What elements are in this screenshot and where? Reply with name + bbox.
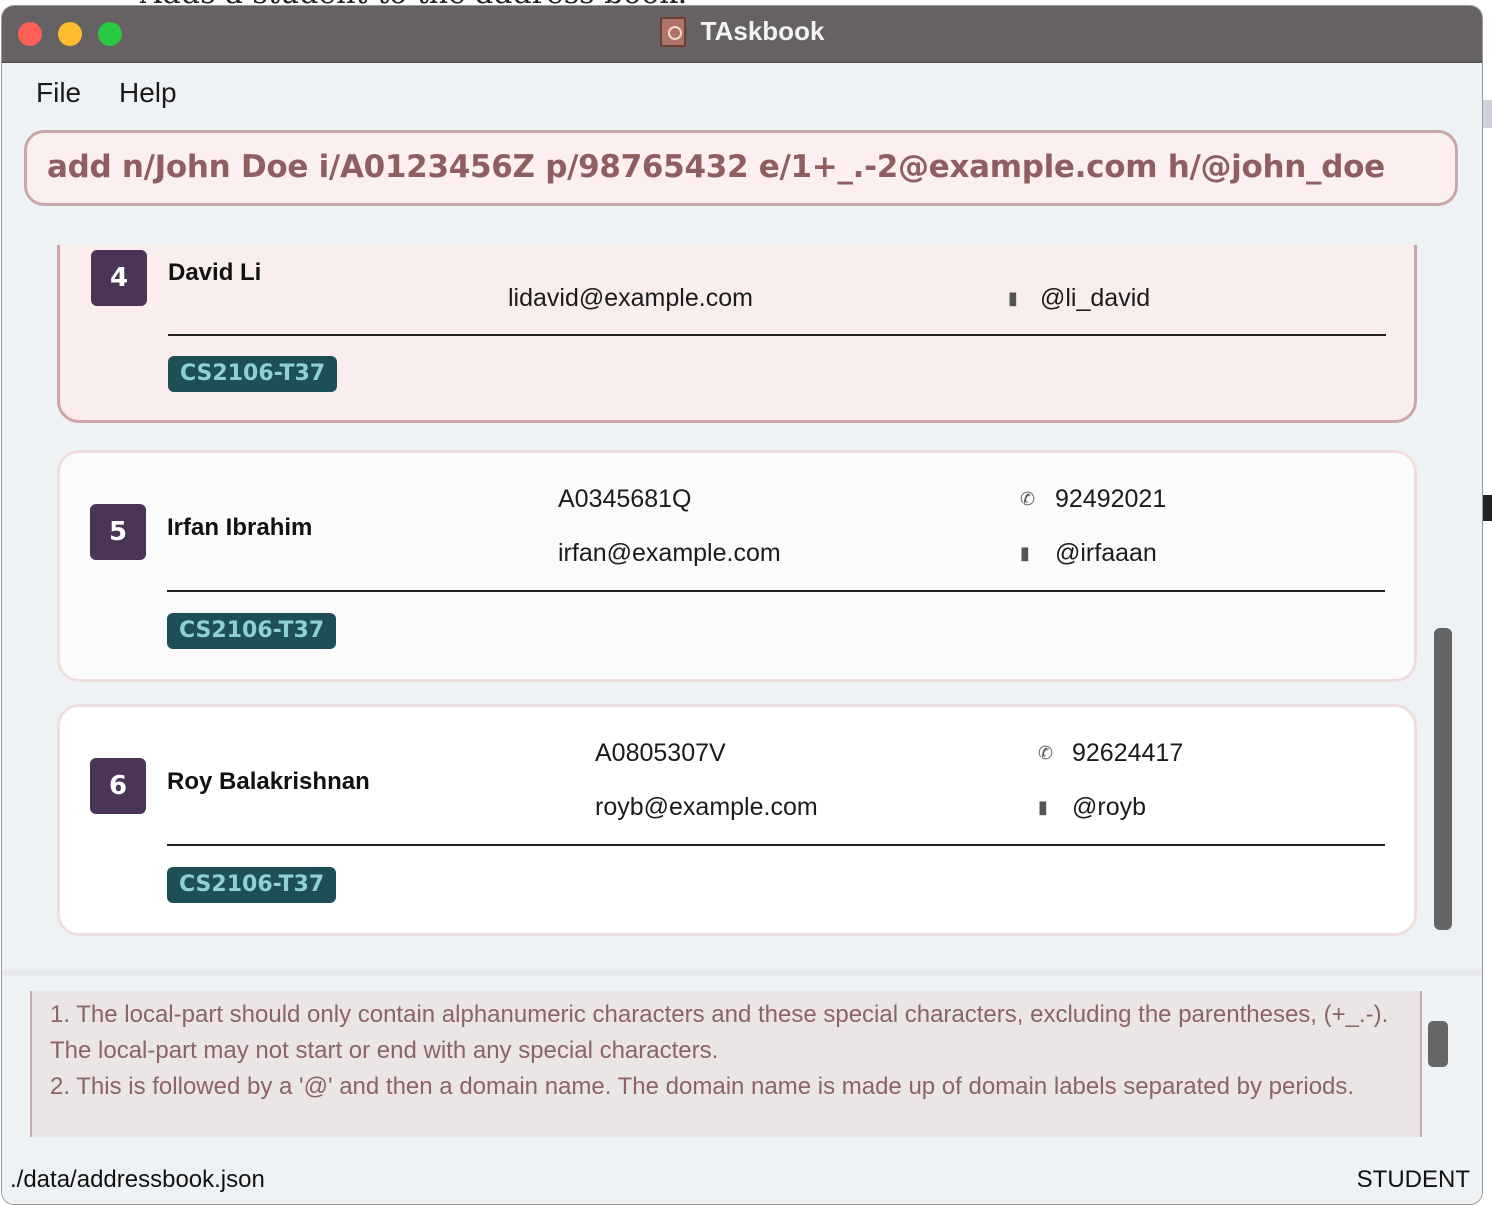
menu-bar: File Help: [2, 63, 1482, 119]
tag: CS2106-T37: [167, 613, 337, 649]
person-card[interactable]: 5 Irfan Ibrahim A0345681Q ✆ 92492021 irf…: [57, 450, 1417, 682]
index-badge: 5: [90, 504, 146, 560]
phone-icon: ✆: [1020, 489, 1036, 510]
person-card[interactable]: 6 Roy Balakrishnan A0805307V ✆ 92624417 …: [57, 704, 1417, 936]
menu-help[interactable]: Help: [119, 77, 177, 109]
title-bar[interactable]: TAskbook: [2, 6, 1482, 63]
person-card[interactable]: 4 David Li A0100000W ✆ 91031282 lidavid@…: [57, 245, 1417, 423]
student-id: A0805307V: [595, 739, 726, 767]
app-window: TAskbook File Help add n/John Doe i/A012…: [2, 6, 1482, 1204]
tag: CS2106-T37: [168, 356, 338, 392]
result-message: 1. The local-part should only contain al…: [50, 1001, 1389, 1100]
telegram-handle: @irfaaan: [1055, 539, 1157, 567]
result-scrollbar[interactable]: [1428, 1021, 1448, 1067]
card-divider: [168, 334, 1386, 336]
index-badge: 4: [91, 250, 147, 306]
person-name: Roy Balakrishnan: [167, 768, 370, 795]
window-title: TAskbook: [700, 16, 825, 46]
person-name: Irfan Ibrahim: [167, 514, 313, 541]
result-display[interactable]: 1. The local-part should only contain al…: [30, 991, 1422, 1137]
status-bar: ./data/addressbook.json STUDENT: [2, 1152, 1482, 1204]
card-divider: [167, 844, 1385, 846]
telegram-handle: @li_david: [1040, 284, 1151, 312]
card-divider: [167, 590, 1385, 592]
telegram-handle: @royb: [1072, 793, 1147, 821]
student-id: A0345681Q: [558, 485, 692, 513]
command-input[interactable]: add n/John Doe i/A0123456Z p/98765432 e/…: [24, 130, 1458, 206]
person-list-scrollbar[interactable]: [1434, 628, 1452, 930]
email: lidavid@example.com: [508, 284, 753, 312]
email: royb@example.com: [595, 793, 818, 821]
command-input-value[interactable]: add n/John Doe i/A0123456Z p/98765432 e/…: [47, 149, 1385, 185]
phone-number: 92624417: [1072, 739, 1184, 767]
index-badge: 6: [90, 758, 146, 814]
backdrop-edge-light: [1482, 100, 1492, 128]
mode-indicator: STUDENT: [1356, 1166, 1470, 1193]
telegram-icon: ▮: [1020, 543, 1030, 564]
telegram-icon: ▮: [1038, 797, 1048, 818]
telegram-icon: ▮: [1008, 288, 1018, 309]
person-name: David Li: [168, 259, 262, 286]
save-file-path: ./data/addressbook.json: [10, 1166, 265, 1193]
phone-number: 92492021: [1055, 485, 1167, 513]
panel-separator: [2, 970, 1482, 976]
phone-icon: ✆: [1038, 743, 1054, 764]
person-list[interactable]: 4 David Li A0100000W ✆ 91031282 lidavid@…: [2, 245, 1482, 970]
menu-file[interactable]: File: [36, 77, 81, 109]
email: irfan@example.com: [558, 539, 781, 567]
tag: CS2106-T37: [167, 867, 337, 903]
address-book-icon: [659, 16, 686, 47]
